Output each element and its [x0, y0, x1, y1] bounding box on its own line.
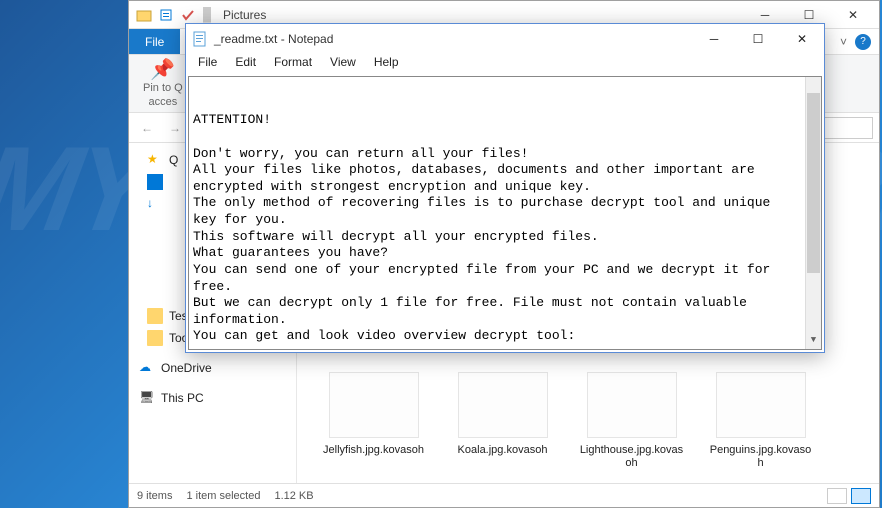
file-thumbnail	[458, 372, 548, 438]
notepad-icon	[192, 31, 208, 47]
status-count: 9 items	[137, 490, 172, 502]
desktop-icon	[147, 174, 163, 190]
file-label: Lighthouse.jpg.kovasoh	[579, 444, 684, 472]
folder-icon	[135, 6, 153, 24]
checkmark-icon[interactable]	[179, 6, 197, 24]
status-selected: 1 item selected	[186, 490, 260, 502]
minimize-button[interactable]: ─	[692, 25, 736, 53]
star-icon: ★	[147, 152, 163, 168]
nav-label: OneDrive	[161, 361, 212, 375]
scrollbar-thumb[interactable]	[807, 93, 820, 273]
onedrive-icon: ☁	[139, 360, 155, 376]
file-label: Koala.jpg.kovasoh	[450, 444, 555, 458]
properties-icon[interactable]	[157, 6, 175, 24]
pin-to-quick-access-button[interactable]: 📌 Pin to Q acces	[143, 58, 183, 108]
nav-onedrive[interactable]: ☁ OneDrive	[129, 357, 296, 379]
notepad-title: _readme.txt - Notepad	[214, 32, 333, 46]
close-button[interactable]: ✕	[780, 25, 824, 53]
files-row: Jellyfish.jpg.kovasoh Koala.jpg.kovasoh …	[321, 372, 813, 472]
file-thumbnail	[716, 372, 806, 438]
menu-help[interactable]: Help	[366, 54, 407, 74]
file-item[interactable]: Lighthouse.jpg.kovasoh	[579, 372, 684, 472]
pin-label-1: Pin to Q	[143, 82, 183, 95]
nav-label: This PC	[161, 391, 204, 405]
notepad-window: _readme.txt - Notepad ─ ☐ ✕ File Edit Fo…	[185, 23, 825, 353]
file-tab[interactable]: File	[129, 29, 180, 54]
scroll-down-icon[interactable]: ▼	[806, 333, 821, 349]
status-size: 1.12 KB	[274, 490, 313, 502]
explorer-title: Pictures	[223, 8, 266, 22]
folder-icon	[147, 308, 163, 324]
menu-format[interactable]: Format	[266, 54, 320, 74]
pin-label-2: acces	[143, 96, 183, 109]
scrollbar-vertical[interactable]: ▲ ▼	[805, 77, 821, 349]
downloads-icon: ↓	[147, 196, 163, 212]
nav-this-pc[interactable]: 🖥 This PC	[129, 387, 296, 409]
notepad-content: ATTENTION! Don't worry, you can return a…	[193, 112, 817, 345]
maximize-button[interactable]: ☐	[736, 25, 780, 53]
ribbon-chevron-icon[interactable]: ˅	[840, 35, 847, 49]
notepad-menu: File Edit Format View Help	[186, 54, 824, 74]
nav-back-button[interactable]: ←	[135, 116, 159, 140]
nav-forward-button[interactable]: →	[163, 116, 187, 140]
file-thumbnail	[587, 372, 677, 438]
menu-edit[interactable]: Edit	[227, 54, 264, 74]
notepad-titlebar[interactable]: _readme.txt - Notepad ─ ☐ ✕	[186, 24, 824, 54]
separator	[203, 7, 211, 23]
menu-file[interactable]: File	[190, 54, 225, 74]
pin-icon: 📌	[143, 58, 183, 82]
details-view-button[interactable]	[827, 488, 847, 504]
help-icon[interactable]: ?	[855, 34, 871, 50]
file-thumbnail	[329, 372, 419, 438]
close-button[interactable]: ✕	[831, 2, 875, 28]
file-item[interactable]: Jellyfish.jpg.kovasoh	[321, 372, 426, 472]
icons-view-button[interactable]	[851, 488, 871, 504]
file-item[interactable]: Penguins.jpg.kovasoh	[708, 372, 813, 472]
notepad-textarea[interactable]: ATTENTION! Don't worry, you can return a…	[188, 76, 822, 350]
folder-icon	[147, 330, 163, 346]
nav-label: Q	[169, 153, 178, 167]
pc-icon: 🖥	[139, 390, 155, 406]
status-bar: 9 items 1 item selected 1.12 KB	[129, 483, 879, 507]
menu-view[interactable]: View	[322, 54, 364, 74]
file-item[interactable]: Koala.jpg.kovasoh	[450, 372, 555, 472]
file-label: Jellyfish.jpg.kovasoh	[321, 444, 426, 458]
file-label: Penguins.jpg.kovasoh	[708, 444, 813, 472]
